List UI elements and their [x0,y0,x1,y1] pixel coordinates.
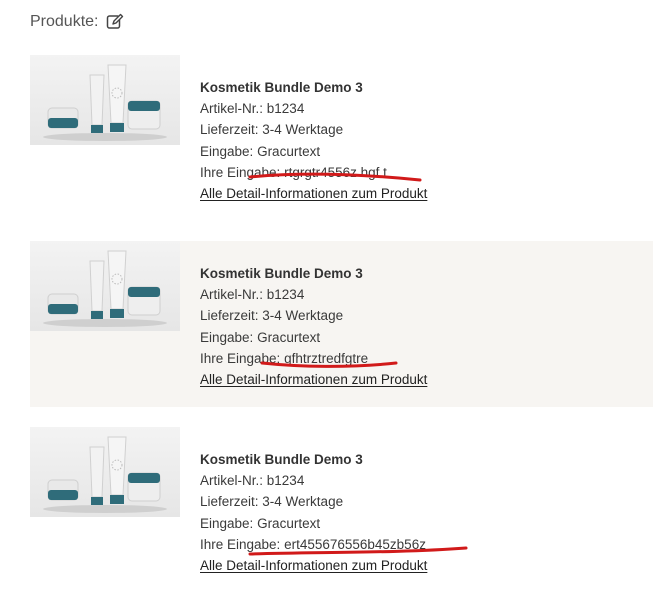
article-number: Artikel-Nr.: b1234 [200,470,427,491]
delivery-value: 3-4 Werktage [262,122,344,138]
input-value: Gracurtext [257,515,321,531]
input-info: Eingabe: Gracurtext [200,513,427,534]
detail-link[interactable]: Alle Detail-Informationen zum Produkt [200,369,427,390]
user-input-info: Ihre Eingabe: ert455676556b45zb56z [200,534,427,555]
user-input-info: Ihre Eingabe: rtgrgtr4556z hgf t [200,162,427,183]
delivery-label: Lieferzeit: [200,122,259,138]
delivery-value: 3-4 Werktage [262,308,344,324]
product-item: Kosmetik Bundle Demo 3 Artikel-Nr.: b123… [30,55,653,201]
input-label: Eingabe: [200,143,254,159]
user-input-label: Ihre Eingabe: [200,350,281,366]
product-image[interactable] [30,55,180,145]
product-name: Kosmetik Bundle Demo 3 [200,452,363,467]
user-input-value: rtgrgtr4556z hgf t [284,164,387,180]
delivery-time: Lieferzeit: 3-4 Werktage [200,305,427,326]
product-name: Kosmetik Bundle Demo 3 [200,266,363,281]
input-info: Eingabe: Gracurtext [200,327,427,348]
input-value: Gracurtext [257,143,321,159]
user-input-label: Ihre Eingabe: [200,164,281,180]
article-label: Artikel-Nr.: [200,101,264,117]
delivery-time: Lieferzeit: 3-4 Werktage [200,119,427,140]
product-info: Kosmetik Bundle Demo 3 Artikel-Nr.: b123… [200,449,427,576]
product-item: Kosmetik Bundle Demo 3 Artikel-Nr.: b123… [30,427,653,592]
article-value: b1234 [266,101,305,117]
edit-pencil-icon[interactable] [106,13,124,31]
product-image[interactable] [30,427,180,517]
products-title: Produkte: [30,13,99,30]
user-input-value: ert455676556b45zb56z [284,536,426,552]
article-label: Artikel-Nr.: [200,287,264,303]
input-value: Gracurtext [257,329,321,345]
product-info: Kosmetik Bundle Demo 3 Artikel-Nr.: b123… [200,263,427,390]
article-number: Artikel-Nr.: b1234 [200,284,427,305]
input-label: Eingabe: [200,515,254,531]
article-label: Artikel-Nr.: [200,473,264,489]
product-name: Kosmetik Bundle Demo 3 [200,80,363,95]
delivery-label: Lieferzeit: [200,308,259,324]
delivery-value: 3-4 Werktage [262,494,344,510]
user-input-label: Ihre Eingabe: [200,536,281,552]
user-input-value: gfhtrztredfgtre [284,350,369,366]
input-info: Eingabe: Gracurtext [200,141,427,162]
product-item: Kosmetik Bundle Demo 3 Artikel-Nr.: b123… [30,241,653,407]
detail-link[interactable]: Alle Detail-Informationen zum Produkt [200,555,427,576]
article-value: b1234 [266,473,305,489]
delivery-label: Lieferzeit: [200,494,259,510]
products-header: Produkte: [30,10,124,34]
product-image[interactable] [30,241,180,331]
user-input-info: Ihre Eingabe: gfhtrztredfgtre [200,348,427,369]
article-number: Artikel-Nr.: b1234 [200,98,427,119]
input-label: Eingabe: [200,329,254,345]
product-info: Kosmetik Bundle Demo 3 Artikel-Nr.: b123… [200,77,427,204]
delivery-time: Lieferzeit: 3-4 Werktage [200,491,427,512]
detail-link[interactable]: Alle Detail-Informationen zum Produkt [200,183,427,204]
article-value: b1234 [266,287,305,303]
